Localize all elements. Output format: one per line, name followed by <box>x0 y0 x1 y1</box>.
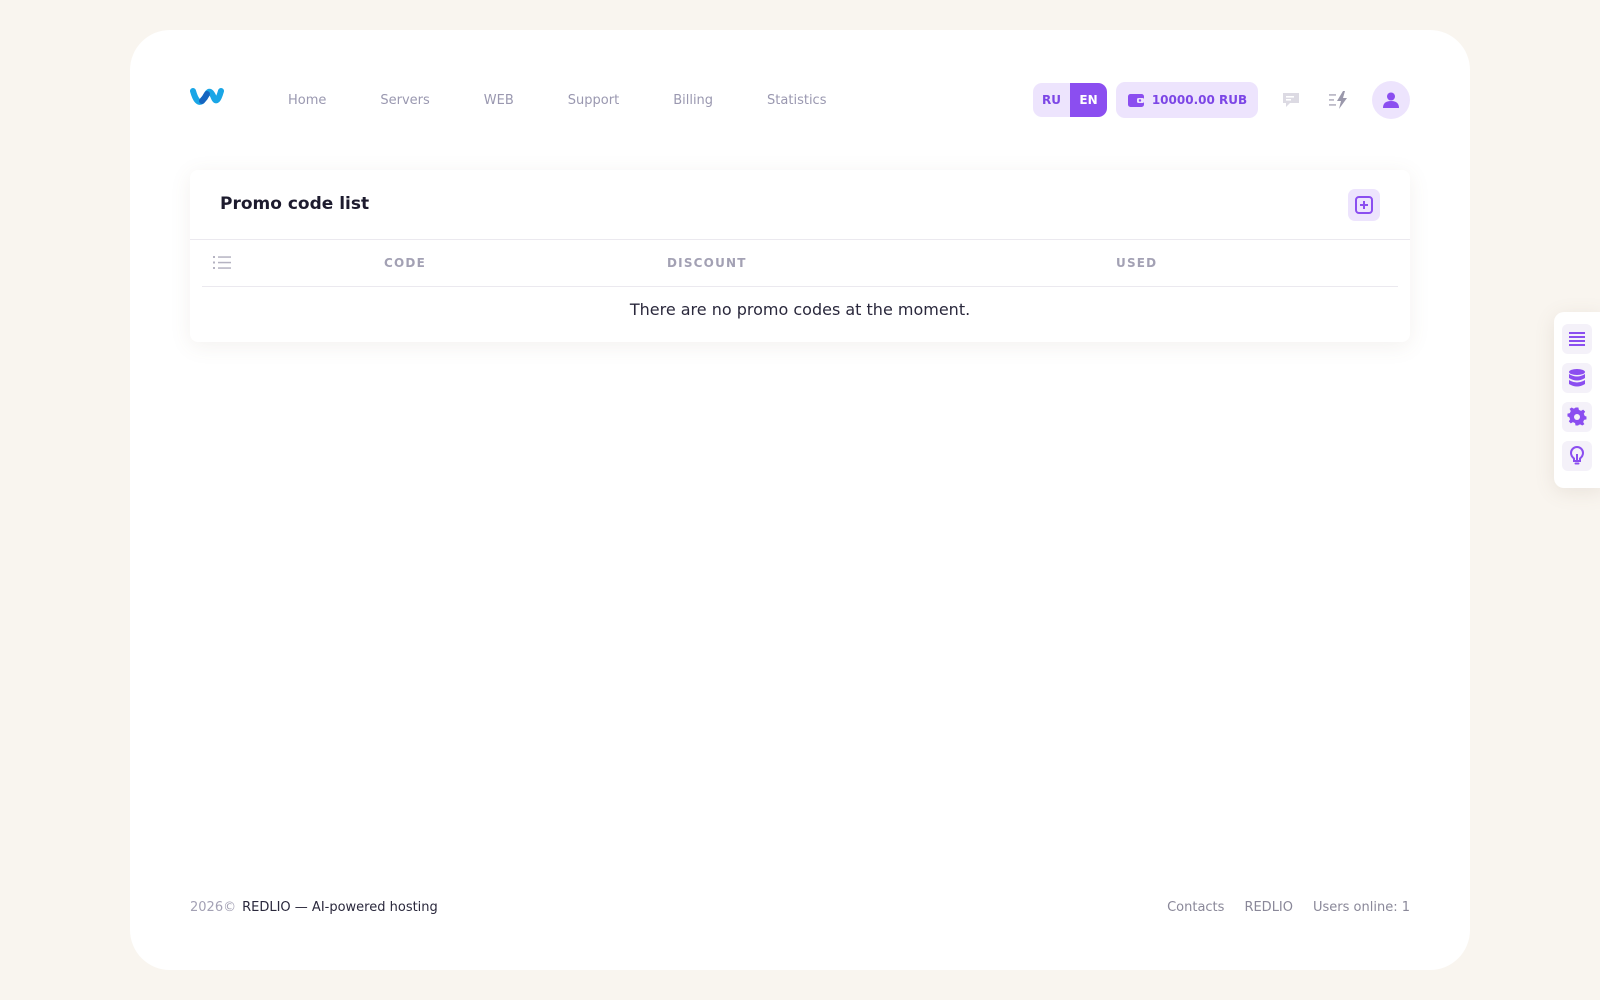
nav-home[interactable]: Home <box>288 93 326 108</box>
lang-en-button[interactable]: EN <box>1070 83 1107 117</box>
footer-year: 2026© <box>190 900 237 915</box>
column-code[interactable]: CODE <box>384 256 426 270</box>
nav-servers[interactable]: Servers <box>380 93 429 108</box>
plus-square-icon <box>1355 196 1373 214</box>
database-icon <box>1569 369 1585 387</box>
side-list-button[interactable] <box>1562 324 1592 354</box>
column-discount[interactable]: DISCOUNT <box>667 256 747 270</box>
numbered-list-icon <box>212 255 232 275</box>
footer-link-contacts[interactable]: Contacts <box>1167 900 1224 915</box>
balance-button[interactable]: 10000.00 RUB <box>1116 82 1258 118</box>
side-quick-panel <box>1554 312 1600 488</box>
nav-support[interactable]: Support <box>568 93 619 108</box>
balance-amount: 10000.00 RUB <box>1151 93 1248 107</box>
page-footer: 2026© REDLIO — AI-powered hosting Contact… <box>190 900 1410 920</box>
footer-link-redlio[interactable]: REDLIO <box>1244 900 1293 915</box>
gear-icon <box>1567 407 1587 426</box>
top-header: Home Servers WEB Support Billing Statist… <box>190 80 1410 120</box>
nav-billing[interactable]: Billing <box>673 93 713 108</box>
footer-brand-text: REDLIO — AI-powered hosting <box>242 900 438 915</box>
add-promo-button[interactable] <box>1348 189 1380 221</box>
side-tips-button[interactable] <box>1562 441 1592 471</box>
side-settings-button[interactable] <box>1562 402 1592 432</box>
chat-icon[interactable] <box>1276 85 1306 115</box>
wallet-icon <box>1127 93 1144 107</box>
promo-code-card: Promo code list CODE DISCOUNT USED There… <box>190 170 1410 342</box>
main-nav: Home Servers WEB Support Billing Statist… <box>288 80 826 120</box>
card-header: Promo code list <box>190 170 1410 240</box>
column-used[interactable]: USED <box>1116 256 1157 270</box>
user-icon <box>1383 92 1399 108</box>
lightning-icon[interactable] <box>1324 85 1354 115</box>
user-avatar[interactable] <box>1372 81 1410 119</box>
users-online-count: Users online: 1 <box>1313 900 1410 915</box>
footer-links: Contacts REDLIO Users online: 1 <box>1167 900 1410 915</box>
footer-copyright: 2026© REDLIO — AI-powered hosting <box>190 900 438 915</box>
main-frame: Home Servers WEB Support Billing Statist… <box>130 30 1470 970</box>
wave-logo-icon[interactable] <box>190 86 224 114</box>
nav-statistics[interactable]: Statistics <box>767 93 826 108</box>
list-lines-icon <box>1569 332 1585 346</box>
nav-web[interactable]: WEB <box>484 93 514 108</box>
empty-state-message: There are no promo codes at the moment. <box>629 300 971 319</box>
page-title: Promo code list <box>220 194 370 214</box>
side-database-button[interactable] <box>1562 363 1592 393</box>
lang-ru-button[interactable]: RU <box>1033 83 1070 117</box>
header-tools: RU EN 10000.00 RUB <box>1033 80 1410 120</box>
table-header: CODE DISCOUNT USED <box>202 240 1398 287</box>
lightbulb-icon <box>1569 446 1585 465</box>
language-switcher: RU EN <box>1033 83 1107 117</box>
